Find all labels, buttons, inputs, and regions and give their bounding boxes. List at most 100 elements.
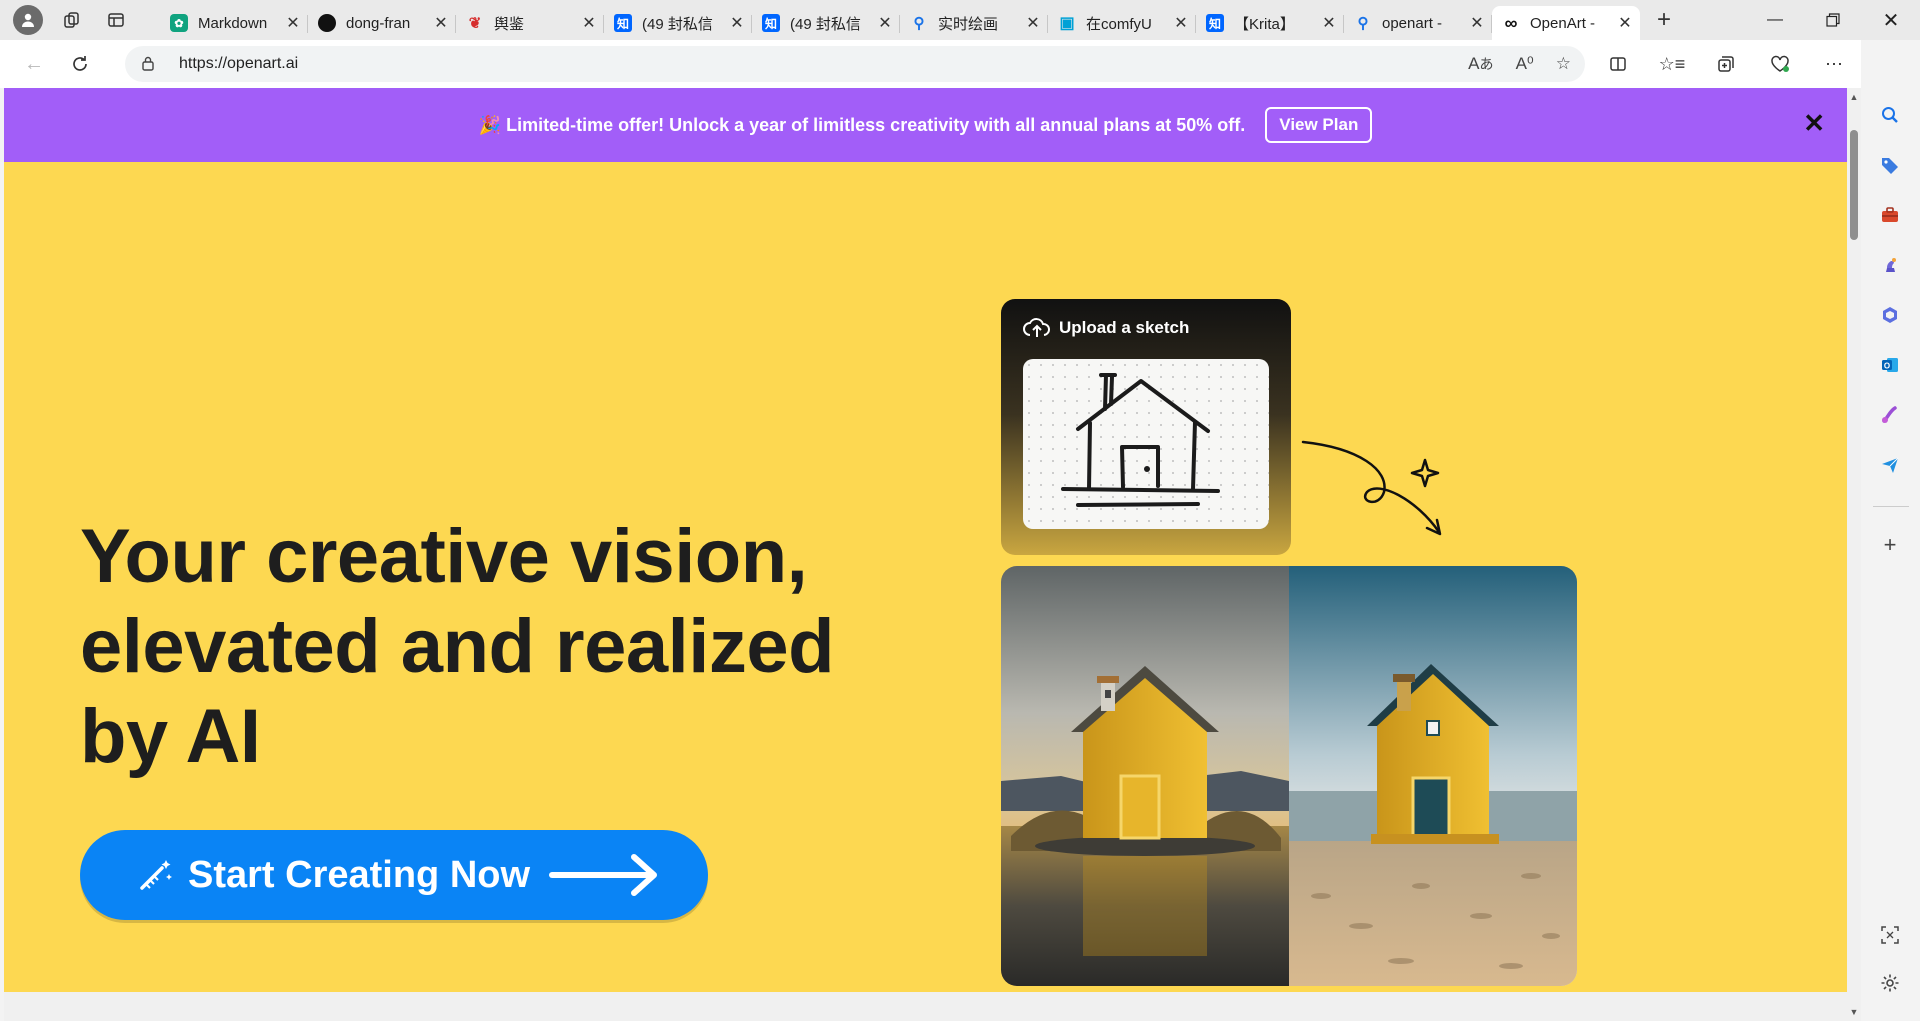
zhihu-icon: 知 — [614, 14, 632, 32]
browser-essentials-button[interactable] — [1762, 46, 1798, 82]
close-icon: ✕ — [1882, 9, 1900, 32]
close-tab-icon[interactable]: ✕ — [1174, 13, 1188, 33]
sidebar-shopping-button[interactable] — [1877, 152, 1903, 178]
sidebar-send-button[interactable] — [1877, 452, 1903, 478]
browser-tab[interactable]: ⚲ 实时绘画 ✕ — [900, 6, 1048, 40]
house-sketch-image — [1061, 373, 1220, 507]
browser-tab[interactable]: ∞ OpenArt - ✕ — [1492, 6, 1640, 40]
new-tab-button[interactable]: + — [1644, 4, 1684, 36]
tab-title: 在comfyU — [1086, 15, 1152, 33]
read-aloud-icon[interactable]: A⁰ — [1516, 54, 1534, 74]
upload-sketch-card[interactable]: Upload a sketch — [1001, 299, 1291, 555]
sidebar-m365-button[interactable] — [1877, 302, 1903, 328]
tab-title: Markdown — [198, 14, 268, 32]
page-viewport: 🎉 Limited-time offer! Unlock a year of l… — [4, 88, 1847, 1021]
bilibili-icon: ▣ — [1059, 15, 1075, 32]
sidebar-divider — [1873, 506, 1909, 507]
generated-images-card — [1001, 566, 1577, 986]
tabstrip-left-controls — [0, 4, 160, 36]
close-tab-icon[interactable]: ✕ — [1618, 13, 1632, 33]
close-tab-icon[interactable]: ✕ — [434, 13, 448, 33]
long-arrow-right-icon — [549, 854, 658, 896]
browser-tab[interactable]: ❦ 舆鉴 ✕ — [456, 6, 604, 40]
search-icon: ⚲ — [913, 15, 925, 32]
tab-title: openart - — [1382, 14, 1443, 32]
sidebar-add-button[interactable]: + — [1877, 532, 1903, 558]
browser-tab[interactable]: dong-fran ✕ — [308, 6, 456, 40]
address-bar-actions: Aあ A⁰ ☆ — [1468, 46, 1571, 82]
sidebar-screenshot-button[interactable] — [1877, 922, 1903, 948]
curved-arrow-decoration — [1301, 440, 1442, 536]
chatgpt-icon: ✿ — [170, 14, 188, 32]
magic-wand-icon — [140, 860, 172, 890]
tab-title: 舆鉴 — [494, 15, 525, 33]
view-plan-button[interactable]: View Plan — [1265, 107, 1373, 143]
sidebar-settings-button[interactable] — [1877, 970, 1903, 996]
github-icon — [318, 14, 336, 32]
browser-tab[interactable]: 知 (49 封私信 ✕ — [604, 6, 752, 40]
scroll-down-arrow-icon[interactable]: ▼ — [1849, 1007, 1859, 1017]
workspaces-button[interactable] — [54, 4, 90, 36]
close-tab-icon[interactable]: ✕ — [878, 13, 892, 33]
address-bar[interactable]: https://openart.ai Aあ A⁰ ☆ — [125, 46, 1585, 82]
minimize-icon: — — [1767, 11, 1783, 28]
vertical-tabs-icon — [108, 13, 124, 27]
headline-line-3: by AI — [80, 694, 261, 779]
sidebar-games-button[interactable] — [1877, 252, 1903, 278]
generated-house-images — [1001, 566, 1577, 986]
browser-tab[interactable]: ▣ 在comfyU ✕ — [1048, 6, 1196, 40]
upload-sketch-label: Upload a sketch — [1023, 317, 1189, 339]
close-tab-icon[interactable]: ✕ — [582, 13, 596, 33]
promo-banner: 🎉 Limited-time offer! Unlock a year of l… — [4, 88, 1847, 162]
refresh-button[interactable] — [60, 46, 100, 82]
start-creating-button[interactable]: Start Creating Now — [80, 830, 708, 920]
red-logo-icon: ❦ — [468, 15, 482, 32]
sidebar-outlook-button[interactable]: O — [1877, 352, 1903, 378]
back-button[interactable]: ← — [14, 46, 54, 82]
screenshot-icon — [1881, 926, 1899, 944]
browser-tab[interactable]: 知 (49 封私信 ✕ — [752, 6, 900, 40]
split-screen-button[interactable] — [1600, 46, 1636, 82]
favorite-star-icon[interactable]: ☆ — [1556, 54, 1571, 74]
browser-tabstrip: ✿ Markdown ✕ dong-fran ✕ ❦ 舆鉴 ✕ 知 (49 封私信 ✕ 知 (49 封私… — [0, 0, 1920, 40]
minimize-button[interactable]: — — [1746, 0, 1804, 40]
sketch-label-text: Upload a sketch — [1059, 318, 1190, 337]
sidebar-search-button[interactable] — [1877, 102, 1903, 128]
close-banner-button[interactable]: ✕ — [1803, 110, 1825, 136]
close-tab-icon[interactable]: ✕ — [1026, 13, 1040, 33]
translate-icon[interactable]: Aあ — [1468, 54, 1494, 74]
more-options-button[interactable]: ⋯ — [1816, 46, 1852, 82]
edge-sidebar: O + — [1861, 40, 1920, 1021]
tab-title: (49 封私信 — [642, 15, 713, 33]
favorites-button[interactable]: ☆≡ — [1654, 46, 1690, 82]
vertical-tabs-button[interactable] — [98, 4, 134, 36]
close-window-button[interactable]: ✕ — [1862, 0, 1920, 40]
party-popper-icon: 🎉 — [478, 114, 502, 135]
restore-button[interactable] — [1804, 0, 1862, 40]
close-tab-icon[interactable]: ✕ — [1322, 13, 1336, 33]
lock-icon — [141, 55, 163, 74]
tab-title: dong-fran — [346, 14, 411, 32]
browser-tab[interactable]: ✿ Markdown ✕ — [160, 6, 308, 40]
sidebar-designer-button[interactable] — [1877, 402, 1903, 428]
profile-button[interactable] — [10, 4, 46, 36]
close-tab-icon[interactable]: ✕ — [730, 13, 744, 33]
heart-pulse-icon — [1771, 55, 1789, 72]
collections-icon — [1718, 56, 1734, 72]
outlook-icon: O — [1882, 358, 1898, 372]
page-scrollbar[interactable]: ▲ ▼ — [1847, 88, 1861, 1021]
zhihu-icon: 知 — [1206, 14, 1224, 32]
sidebar-tools-button[interactable] — [1877, 202, 1903, 228]
tab-title: 【Krita】 — [1234, 15, 1295, 33]
favorites-icon: ☆≡ — [1658, 53, 1686, 74]
scrollbar-thumb[interactable] — [1850, 130, 1858, 240]
browser-tab[interactable]: 知【Krita】 ✕ — [1196, 6, 1344, 40]
collections-button[interactable] — [1708, 46, 1744, 82]
tag-icon — [1882, 158, 1898, 174]
close-tab-icon[interactable]: ✕ — [1470, 13, 1484, 33]
close-tab-icon[interactable]: ✕ — [286, 13, 300, 33]
avatar — [13, 5, 43, 35]
scroll-up-arrow-icon[interactable]: ▲ — [1849, 92, 1859, 102]
browser-tab[interactable]: ⚲ openart - ✕ — [1344, 6, 1492, 40]
headline-line-1: Your creative vision, — [80, 514, 808, 599]
